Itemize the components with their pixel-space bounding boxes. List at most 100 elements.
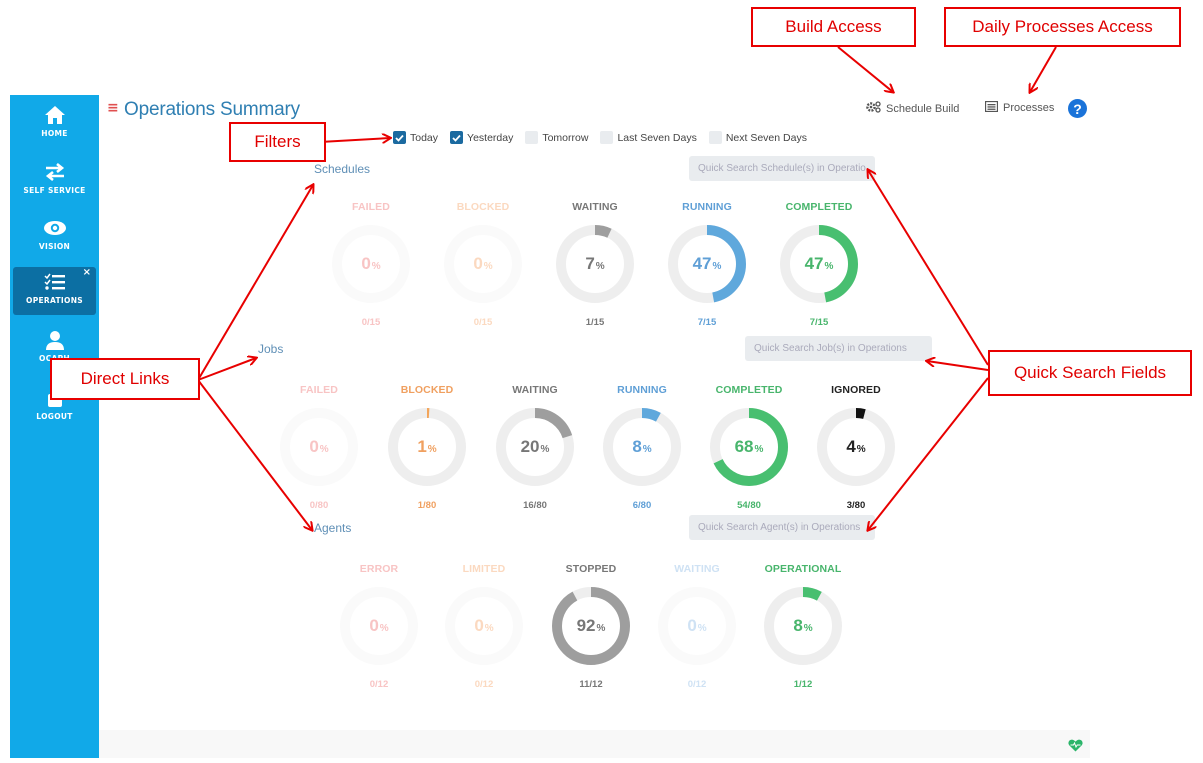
arrow-build-access bbox=[837, 46, 893, 92]
tile-title: WAITING bbox=[512, 384, 558, 396]
list-icon bbox=[984, 100, 999, 115]
jobs-tile-waiting[interactable]: WAITING 20% 16/80 bbox=[490, 384, 580, 511]
tile-title: BLOCKED bbox=[400, 384, 454, 396]
sidebar-item-label: SELF SERVICE bbox=[23, 186, 86, 195]
sidebar-item-label: VISION bbox=[38, 242, 71, 251]
close-icon[interactable]: × bbox=[83, 267, 91, 278]
count-value: 0/15 bbox=[361, 317, 381, 328]
heartbeat-icon bbox=[1068, 737, 1083, 756]
agents-search-input[interactable] bbox=[689, 515, 875, 540]
hamburger-menu-icon[interactable]: ≡ bbox=[107, 100, 119, 116]
jobs-tile-running[interactable]: RUNNING 8% 6/80 bbox=[597, 384, 687, 511]
checkbox-next-seven-days[interactable] bbox=[708, 131, 722, 144]
percent-value: 7% bbox=[585, 254, 605, 273]
donut-chart: 0% bbox=[444, 586, 524, 666]
percent-value: 0% bbox=[369, 616, 389, 635]
donut-chart: 0% bbox=[657, 586, 737, 666]
count-value: 7/15 bbox=[697, 317, 717, 328]
arrow-jobs-link bbox=[197, 358, 256, 381]
percent-value: 47% bbox=[692, 254, 722, 273]
sidebar-item-label: LOGOUT bbox=[36, 412, 73, 421]
donut-chart: 0% bbox=[279, 407, 359, 487]
jobs-tile-completed[interactable]: COMPLETED 68% 54/80 bbox=[704, 384, 794, 511]
percent-value: 47% bbox=[804, 254, 834, 273]
agents-tile-error[interactable]: ERROR 0% 0/12 bbox=[334, 563, 424, 690]
agents-tile-waiting[interactable]: WAITING 0% 0/12 bbox=[652, 563, 742, 690]
checkbox-tomorrow[interactable] bbox=[525, 131, 539, 144]
count-value: 1/15 bbox=[585, 317, 605, 328]
callout-filters: Filters bbox=[229, 122, 326, 162]
donut-chart: 1% bbox=[387, 407, 467, 487]
percent-value: 0% bbox=[309, 437, 329, 456]
schedules-tile-completed[interactable]: COMPLETED 47% 7/15 bbox=[774, 201, 864, 328]
filter-label: Last Seven Days bbox=[617, 131, 697, 144]
tile-title: BLOCKED bbox=[456, 201, 510, 213]
sidebar-item-self-service[interactable]: SELF SERVICE bbox=[13, 157, 96, 207]
sidebar-item-home[interactable]: HOME bbox=[13, 100, 96, 150]
donut-chart: 20% bbox=[495, 407, 575, 487]
filter-today[interactable]: Today bbox=[393, 131, 438, 144]
agents-tile-stopped[interactable]: STOPPED 92% 11/12 bbox=[546, 563, 636, 690]
jobs-link[interactable]: Jobs bbox=[258, 342, 283, 356]
percent-value: 0% bbox=[473, 254, 493, 273]
donut-chart: 0% bbox=[331, 224, 411, 304]
jobs-search-input[interactable] bbox=[745, 336, 932, 361]
count-value: 7/15 bbox=[809, 317, 829, 328]
eye-icon bbox=[43, 217, 67, 239]
percent-value: 8% bbox=[793, 616, 813, 635]
callout-direct-links: Direct Links bbox=[50, 358, 200, 400]
checkbox-yesterday[interactable] bbox=[450, 131, 464, 144]
jobs-tile-ignored[interactable]: IGNORED 4% 3/80 bbox=[811, 384, 901, 511]
tile-title: WAITING bbox=[674, 563, 720, 575]
filter-yesterday[interactable]: Yesterday bbox=[450, 131, 513, 144]
sidebar-item-vision[interactable]: VISION bbox=[13, 213, 96, 263]
sidebar-item-operations[interactable]: × OPERATIONS bbox=[13, 267, 96, 315]
swap-arrows-icon bbox=[44, 161, 66, 183]
donut-chart: 0% bbox=[339, 586, 419, 666]
percent-value: 92% bbox=[576, 616, 606, 635]
agents-tile-operational[interactable]: OPERATIONAL 8% 1/12 bbox=[758, 563, 848, 690]
schedules-tile-waiting[interactable]: WAITING 7% 1/15 bbox=[550, 201, 640, 328]
checkbox-last-seven-days[interactable] bbox=[600, 131, 614, 144]
schedules-tile-running[interactable]: RUNNING 47% 7/15 bbox=[662, 201, 752, 328]
schedules-tile-failed[interactable]: FAILED 0% 0/15 bbox=[326, 201, 416, 328]
user-icon bbox=[45, 329, 65, 351]
help-icon[interactable]: ? bbox=[1068, 99, 1087, 118]
filter-label: Today bbox=[410, 131, 439, 144]
filter-last-seven-days[interactable]: Last Seven Days bbox=[600, 131, 697, 144]
agents-tile-limited[interactable]: LIMITED 0% 0/12 bbox=[439, 563, 529, 690]
agents-link[interactable]: Agents bbox=[314, 521, 351, 535]
donut-chart: 47% bbox=[667, 224, 747, 304]
percent-value: 68% bbox=[734, 437, 764, 456]
jobs-tile-blocked[interactable]: BLOCKED 1% 1/80 bbox=[382, 384, 472, 511]
sidebar: HOME SELF SERVICE VISION × OPERATIONS OC… bbox=[10, 95, 99, 758]
processes-button[interactable]: Processes bbox=[984, 100, 1054, 115]
checkbox-today[interactable] bbox=[393, 131, 406, 144]
tile-title: RUNNING bbox=[617, 384, 667, 396]
percent-value: 4% bbox=[846, 437, 866, 456]
tile-title: FAILED bbox=[352, 201, 390, 213]
count-value: 1/12 bbox=[793, 679, 813, 690]
count-value: 6/80 bbox=[632, 500, 652, 511]
check-icon bbox=[395, 134, 404, 142]
tile-title: LIMITED bbox=[462, 563, 506, 575]
filter-next-seven-days[interactable]: Next Seven Days bbox=[708, 131, 807, 144]
jobs-tile-failed[interactable]: FAILED 0% 0/80 bbox=[274, 384, 364, 511]
sidebar-item-label: HOME bbox=[41, 129, 68, 138]
tile-title: IGNORED bbox=[831, 384, 881, 396]
date-filters: Today Yesterday Tomorrow Last Seven Days… bbox=[393, 131, 807, 144]
filter-tomorrow[interactable]: Tomorrow bbox=[525, 131, 588, 144]
schedules-search-input[interactable] bbox=[689, 156, 875, 181]
donut-chart: 92% bbox=[551, 586, 631, 666]
donut-chart: 4% bbox=[816, 407, 896, 487]
schedules-link[interactable]: Schedules bbox=[314, 162, 370, 176]
count-value: 11/12 bbox=[579, 679, 603, 690]
schedules-tile-blocked[interactable]: BLOCKED 0% 0/15 bbox=[438, 201, 528, 328]
count-value: 1/80 bbox=[417, 500, 437, 511]
percent-value: 20% bbox=[520, 437, 550, 456]
tile-title: COMPLETED bbox=[715, 384, 783, 396]
filter-label: Next Seven Days bbox=[725, 131, 807, 144]
schedule-build-button[interactable]: Schedule Build bbox=[866, 101, 959, 116]
percent-value: 1% bbox=[417, 437, 437, 456]
filter-label: Tomorrow bbox=[542, 131, 589, 144]
